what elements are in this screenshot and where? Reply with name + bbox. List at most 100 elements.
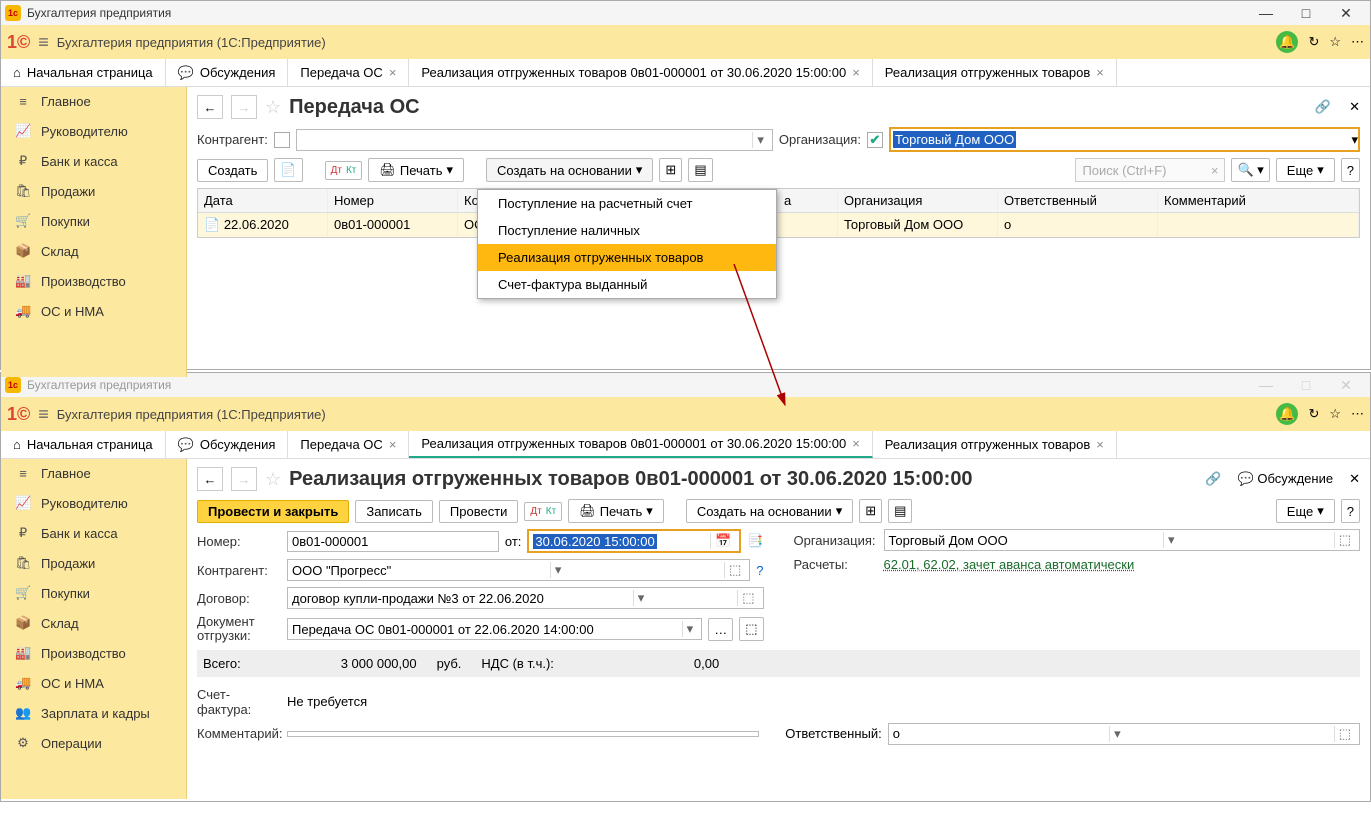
counter-input[interactable]: ▾ (296, 129, 773, 151)
nav-stock[interactable]: 📦Склад (1, 236, 186, 266)
tab-home[interactable]: ⌂Начальная страница (1, 59, 166, 86)
contract-input[interactable]: договор купли-продажи №3 от 22.06.2020▾⬚ (287, 587, 764, 609)
star-icon[interactable]: ☆ (1329, 34, 1341, 50)
more-button[interactable]: Еще ▾ (1276, 499, 1335, 523)
num-input[interactable]: 0в01-000001 (287, 531, 499, 552)
close-icon[interactable]: × (1096, 65, 1104, 80)
menu-item-receipt-bank[interactable]: Поступление на расчетный счет (478, 190, 776, 217)
nav-os[interactable]: 🚚ОС и НМА (1, 668, 186, 698)
tab-realization2[interactable]: Реализация отгруженных товаров× (873, 431, 1117, 458)
nav-salary[interactable]: 👥Зарплата и кадры (1, 698, 186, 728)
date-input[interactable]: 30.06.2020 15:00:00📅 (527, 529, 741, 553)
back-button[interactable]: ← (197, 95, 223, 119)
print-button[interactable]: 🖨 Печать ▾ (568, 499, 664, 523)
counter-input[interactable]: ООО "Прогресс"▾⬚ (287, 559, 750, 581)
link-icon[interactable]: 🔗 (1315, 99, 1331, 115)
search-button[interactable]: 🔍 ▾ (1231, 158, 1269, 182)
list-button[interactable]: ▤ (688, 158, 712, 182)
ship-input[interactable]: Передача ОС 0в01-000001 от 22.06.2020 14… (287, 618, 702, 640)
nav-sales[interactable]: 🛍Продажи (1, 176, 186, 206)
structure-button[interactable]: ⊞ (659, 158, 682, 182)
history-icon[interactable]: ↻ (1308, 406, 1319, 422)
comment-input[interactable] (287, 731, 759, 737)
nav-main[interactable]: ≡Главное (1, 87, 186, 116)
more-button[interactable]: Еще ▾ (1276, 158, 1335, 182)
col-date[interactable]: Дата (198, 189, 328, 212)
close-icon[interactable]: × (852, 65, 860, 80)
back-button[interactable]: ← (197, 467, 223, 491)
org-input[interactable]: Торговый Дом ООО▾⬚ (884, 529, 1361, 551)
nav-stock[interactable]: 📦Склад (1, 608, 186, 638)
nav-manager[interactable]: 📈Руководителю (1, 488, 186, 518)
print-button[interactable]: 🖨 Печать ▾ (368, 158, 464, 182)
nav-main[interactable]: ≡Главное (1, 459, 186, 488)
menu-icon[interactable]: ≡ (38, 32, 49, 53)
bell-icon[interactable]: 🔔 (1276, 403, 1298, 425)
nav-sales[interactable]: 🛍Продажи (1, 548, 186, 578)
ship-ellipsis[interactable]: … (708, 618, 733, 641)
link-icon[interactable]: 🔗 (1205, 471, 1221, 487)
settle-link[interactable]: 62.01, 62.02, зачет аванса автоматически (884, 557, 1135, 572)
maximize-button[interactable]: □ (1286, 377, 1326, 393)
create-button[interactable]: Создать (197, 159, 268, 182)
tab-discuss[interactable]: 💬Обсуждения (166, 59, 289, 86)
forward-button[interactable]: → (231, 467, 257, 491)
close-window-button[interactable]: ✕ (1326, 5, 1366, 22)
create-based-button[interactable]: Создать на основании ▾ (486, 158, 653, 182)
tab-discuss[interactable]: 💬Обсуждения (166, 431, 289, 458)
close-page-icon[interactable]: ✕ (1349, 471, 1360, 487)
close-icon[interactable]: × (389, 437, 397, 452)
structure-button[interactable]: ⊞ (859, 499, 882, 523)
nav-prod[interactable]: 🏭Производство (1, 266, 186, 296)
post-button[interactable]: Провести (439, 500, 519, 523)
nav-manager[interactable]: 📈Руководителю (1, 116, 186, 146)
discuss-button[interactable]: 💬 Обсуждение (1238, 471, 1334, 487)
copy-button[interactable]: 📄 (274, 158, 302, 182)
help-button[interactable]: ? (1341, 158, 1360, 182)
nav-ops[interactable]: ⚙Операции (1, 728, 186, 758)
menu-item-realization[interactable]: Реализация отгруженных товаров (478, 244, 776, 271)
forward-button[interactable]: → (231, 95, 257, 119)
tab-realization[interactable]: Реализация отгруженных товаров 0в01-0000… (409, 431, 872, 458)
tab-realization2[interactable]: Реализация отгруженных товаров× (873, 59, 1117, 86)
tab-home[interactable]: ⌂Начальная страница (1, 431, 166, 458)
close-icon[interactable]: × (389, 65, 397, 80)
settings-icon[interactable]: ⋯ (1351, 34, 1364, 50)
minimize-button[interactable]: — (1246, 5, 1286, 21)
save-button[interactable]: Записать (355, 500, 433, 523)
favorite-icon[interactable]: ☆ (265, 97, 281, 118)
menu-item-receipt-cash[interactable]: Поступление наличных (478, 217, 776, 244)
search-input[interactable]: Поиск (Ctrl+F)× (1075, 158, 1225, 182)
col-num[interactable]: Номер (328, 189, 458, 212)
col-org[interactable]: Организация (838, 189, 998, 212)
close-window-button[interactable]: ✕ (1326, 377, 1366, 394)
ship-open[interactable]: ⬚ (739, 617, 763, 641)
col-resp[interactable]: Ответственный (998, 189, 1158, 212)
nav-purchase[interactable]: 🛒Покупки (1, 578, 186, 608)
help-icon[interactable]: ? (756, 563, 763, 578)
tag-icon[interactable]: 📑 (747, 533, 763, 549)
org-input[interactable]: Торговый Дом ООО▾ (889, 127, 1360, 152)
close-icon[interactable]: × (852, 436, 860, 451)
maximize-button[interactable]: □ (1286, 5, 1326, 21)
tab-transfer[interactable]: Передача ОС× (288, 59, 409, 86)
star-icon[interactable]: ☆ (1329, 406, 1341, 422)
nav-prod[interactable]: 🏭Производство (1, 638, 186, 668)
menu-icon[interactable]: ≡ (38, 404, 49, 425)
col-comm[interactable]: Комментарий (1158, 189, 1359, 212)
org-checkbox[interactable]: ✔ (867, 132, 883, 148)
tab-realization[interactable]: Реализация отгруженных товаров 0в01-0000… (409, 59, 872, 86)
dtct-button[interactable]: ДтКт (325, 161, 363, 180)
list-button[interactable]: ▤ (888, 499, 912, 523)
favorite-icon[interactable]: ☆ (265, 469, 281, 490)
settings-icon[interactable]: ⋯ (1351, 406, 1364, 422)
nav-os[interactable]: 🚚ОС и НМА (1, 296, 186, 326)
tab-transfer[interactable]: Передача ОС× (288, 431, 409, 458)
minimize-button[interactable]: — (1246, 377, 1286, 393)
col-a[interactable]: а (778, 189, 838, 212)
nav-purchase[interactable]: 🛒Покупки (1, 206, 186, 236)
table-row[interactable]: 📄 22.06.2020 0в01-000001 ОС Торговый Дом… (198, 213, 1359, 237)
dtct-button[interactable]: ДтКт (524, 502, 562, 521)
menu-item-invoice[interactable]: Счет-фактура выданный (478, 271, 776, 298)
resp-input[interactable]: о▾⬚ (888, 723, 1360, 745)
